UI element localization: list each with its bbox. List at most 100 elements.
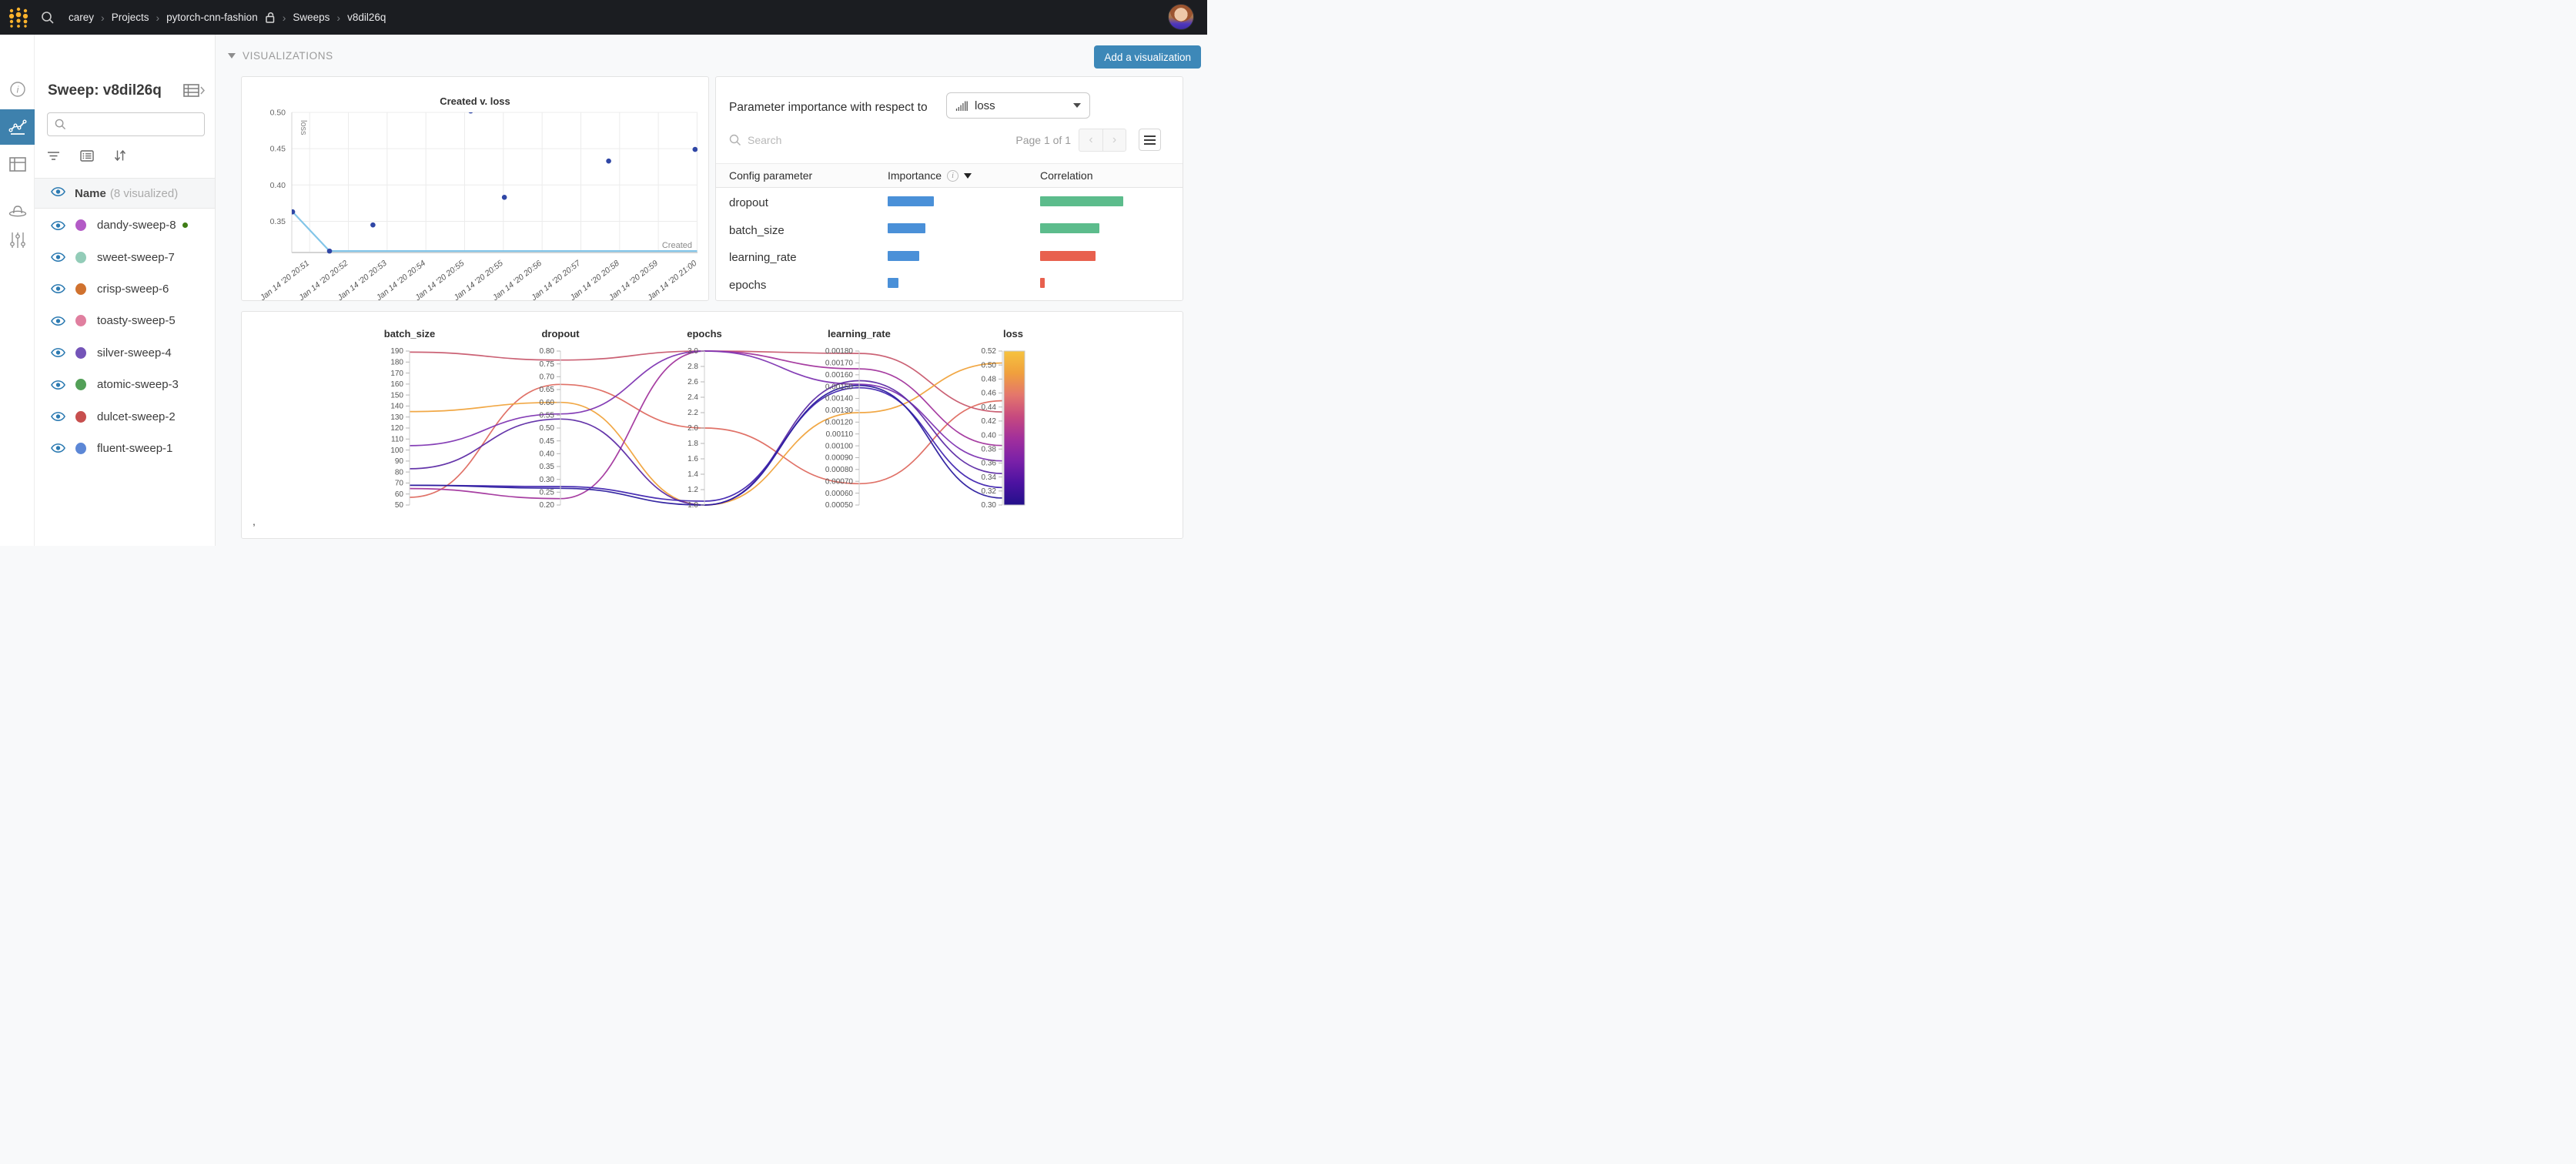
search-icon xyxy=(55,119,66,130)
eye-icon[interactable] xyxy=(51,380,65,390)
user-avatar[interactable] xyxy=(1168,4,1194,30)
eye-icon[interactable] xyxy=(51,186,65,201)
chevron-down-icon xyxy=(1073,103,1081,108)
next-page-button[interactable]: › xyxy=(1102,129,1126,152)
eye-icon[interactable] xyxy=(51,252,65,263)
eye-icon[interactable] xyxy=(51,443,65,453)
panel-menu-button[interactable] xyxy=(1139,129,1161,151)
svg-text:140: 140 xyxy=(390,403,403,411)
top-navbar: carey›Projects›pytorch-cnn-fashion›Sweep… xyxy=(0,0,1207,35)
svg-text:batch_size: batch_size xyxy=(384,328,435,340)
run-row[interactable]: sweet-sweep-7 xyxy=(35,241,215,273)
svg-text:0.00160: 0.00160 xyxy=(825,371,854,380)
sort-icon[interactable] xyxy=(114,149,126,162)
breadcrumb-item[interactable]: Projects xyxy=(112,12,149,23)
svg-text:0.70: 0.70 xyxy=(540,373,555,382)
svg-text:160: 160 xyxy=(390,380,403,389)
importance-row: learning_rate xyxy=(716,244,1183,272)
run-line[interactable] xyxy=(410,363,1002,506)
column-correlation: Correlation xyxy=(1040,169,1183,182)
run-name: dulcet-sweep-2 xyxy=(97,410,176,423)
svg-text:2.4: 2.4 xyxy=(687,393,698,402)
svg-text:0.50: 0.50 xyxy=(270,109,286,118)
svg-text:0.42: 0.42 xyxy=(982,417,997,426)
breadcrumb-item[interactable]: carey xyxy=(69,12,94,23)
add-visualization-button[interactable]: Add a visualization xyxy=(1094,45,1201,69)
config-parameter-name: dropout xyxy=(729,196,888,209)
runs-search-input[interactable] xyxy=(47,112,205,136)
svg-text:1.6: 1.6 xyxy=(687,455,698,463)
run-row[interactable]: atomic-sweep-3 xyxy=(35,369,215,400)
eye-icon[interactable] xyxy=(51,186,65,197)
svg-text:0.35: 0.35 xyxy=(540,463,555,471)
navbar-search-icon[interactable] xyxy=(41,11,55,25)
importance-search-input[interactable]: Search xyxy=(748,134,781,146)
breadcrumb-separator: › xyxy=(156,12,159,24)
histogram-icon xyxy=(955,100,968,112)
runs-list-header[interactable]: Name (8 visualized) xyxy=(35,178,215,209)
visualizations-section-toggle[interactable]: VISUALIZATIONS xyxy=(228,50,333,62)
svg-text:epochs: epochs xyxy=(687,328,722,340)
y-axis-title: loss xyxy=(299,120,308,135)
run-point[interactable] xyxy=(290,209,296,215)
svg-text:0.00110: 0.00110 xyxy=(826,430,854,439)
charts-tab-active[interactable] xyxy=(0,109,35,145)
filter-icon[interactable] xyxy=(47,151,60,161)
svg-text:0.46: 0.46 xyxy=(982,390,997,398)
importance-bar xyxy=(888,196,934,206)
svg-text:0.40: 0.40 xyxy=(982,431,997,440)
run-row[interactable]: silver-sweep-4 xyxy=(35,337,215,369)
run-lines[interactable] xyxy=(410,351,1002,505)
prev-page-button[interactable]: ‹ xyxy=(1079,129,1102,152)
svg-text:0.60: 0.60 xyxy=(540,399,555,407)
sweeps-tab[interactable] xyxy=(0,195,35,226)
column-importance-sort[interactable]: Importance i xyxy=(888,169,1040,182)
grid-lines xyxy=(292,112,698,253)
run-point[interactable] xyxy=(606,159,611,164)
svg-text:2.8: 2.8 xyxy=(687,363,698,371)
chevron-left-icon: ‹ xyxy=(1089,133,1092,147)
created-vs-loss-chart: 0.500.450.400.35lossCreatedJan 14 '20 20… xyxy=(242,77,708,306)
run-point[interactable] xyxy=(468,109,473,114)
breadcrumb-item[interactable]: Sweeps xyxy=(293,12,330,23)
eye-icon[interactable] xyxy=(51,316,65,326)
parallel-coordinates-panel: batch_size190180170160150140130120110100… xyxy=(241,311,1183,539)
svg-text:0.52: 0.52 xyxy=(982,347,997,356)
line-chart-icon xyxy=(8,119,27,135)
run-row[interactable]: crisp-sweep-6 xyxy=(35,273,215,305)
run-line[interactable] xyxy=(410,384,1002,497)
svg-text:130: 130 xyxy=(390,413,403,422)
svg-text:learning_rate: learning_rate xyxy=(828,328,891,340)
eye-icon[interactable] xyxy=(51,283,65,294)
breadcrumb-item[interactable]: v8dil26q xyxy=(347,12,386,23)
min-loss-line xyxy=(293,212,697,251)
breadcrumb-item[interactable]: pytorch-cnn-fashion xyxy=(166,12,258,23)
run-point[interactable] xyxy=(693,147,698,152)
scatter-points[interactable] xyxy=(290,109,698,254)
svg-text:70: 70 xyxy=(395,480,404,488)
importance-heading: Parameter importance with respect to xyxy=(729,101,928,115)
run-row[interactable]: toasty-sweep-5 xyxy=(35,305,215,336)
x-axis-title: Created xyxy=(662,241,692,250)
wandb-logo-icon[interactable] xyxy=(7,6,30,29)
info-icon[interactable]: i xyxy=(0,74,35,105)
run-row[interactable]: dandy-sweep-8 xyxy=(35,209,215,241)
svg-text:0.00060: 0.00060 xyxy=(825,490,854,498)
svg-text:1.8: 1.8 xyxy=(687,440,698,448)
eye-icon[interactable] xyxy=(51,347,65,358)
eye-icon[interactable] xyxy=(51,411,65,422)
run-point[interactable] xyxy=(327,249,333,254)
run-line[interactable] xyxy=(410,386,1002,505)
eye-icon[interactable] xyxy=(51,220,65,231)
run-row[interactable]: dulcet-sweep-2 xyxy=(35,400,215,432)
table-tab[interactable] xyxy=(0,149,35,179)
run-point[interactable] xyxy=(502,195,507,200)
list-view-icon[interactable] xyxy=(80,150,94,162)
run-color-dot xyxy=(75,283,86,295)
run-point[interactable] xyxy=(370,222,376,228)
run-line[interactable] xyxy=(410,351,1002,412)
metric-dropdown[interactable]: loss xyxy=(946,92,1090,119)
open-sweep-table-icon[interactable] xyxy=(183,84,205,102)
run-row[interactable]: fluent-sweep-1 xyxy=(35,433,215,464)
sliders-tab[interactable] xyxy=(0,225,35,256)
